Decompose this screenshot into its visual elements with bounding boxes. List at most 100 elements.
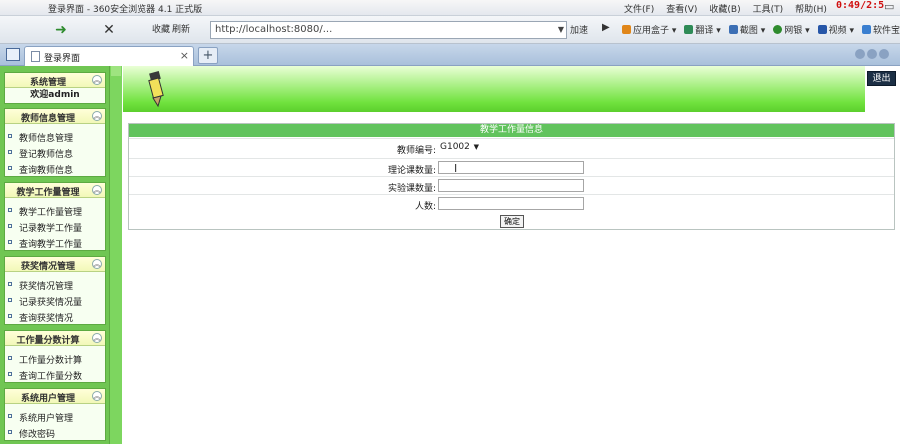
browser-toolbar: ➜ ✕ 收藏 刷新 http://localhost:8080/... ▼ 加速…	[0, 16, 900, 44]
welcome-text: 欢迎admin	[30, 90, 80, 100]
sidebar-group-system: 系统管理 ︽ 欢迎admin	[4, 72, 106, 104]
sidebar-item-user-manage[interactable]: 系统用户管理	[5, 408, 105, 424]
minimize-icon[interactable]: ▭	[884, 0, 894, 13]
browser-menu-bar: 文件(F) 查看(V) 收藏(B) 工具(T) 帮助(H)	[624, 2, 827, 15]
sidebar-scrollbar[interactable]	[109, 66, 122, 444]
tab-list-icon[interactable]	[6, 48, 20, 61]
close-tab-icon[interactable]: ×	[180, 49, 189, 62]
collapse-icon[interactable]: ︽	[92, 333, 102, 343]
bullet-icon	[8, 430, 12, 434]
tool-software[interactable]: 软件宝库	[862, 23, 900, 36]
bullet-icon	[8, 240, 12, 244]
sidebar-item-workload-manage[interactable]: 教学工作量管理	[5, 202, 105, 218]
tab-scroll-right-icon[interactable]	[867, 49, 877, 59]
tab-menu-icon[interactable]	[879, 49, 889, 59]
sidebar-item-query-awards[interactable]: 查询获奖情况	[5, 308, 105, 324]
sidebar-item-teacher-info-manage[interactable]: 教师信息管理	[5, 128, 105, 144]
menu-help[interactable]: 帮助(H)	[795, 2, 827, 15]
bullet-icon	[8, 314, 12, 318]
sidebar: 系统管理 ︽ 欢迎admin 教师信息管理 ︽ 教师信息管理 登记教师信息 查询…	[0, 66, 122, 444]
teacher-id-select[interactable]: G1002 ▼	[438, 141, 480, 154]
logout-button[interactable]: 退出	[867, 71, 896, 86]
workload-form: 教学工作量信息 教师编号: G1002 ▼ 理论课数量: 实验课数量: 人数:	[128, 123, 895, 230]
sidebar-item-record-workload[interactable]: 记录教学工作量	[5, 218, 105, 234]
tab-bar: 登录界面 × +	[0, 44, 900, 66]
submit-button[interactable]: 确定	[500, 215, 524, 228]
browser-titlebar: 登录界面 - 360安全浏览器 4.1 正式版 文件(F) 查看(V) 收藏(B…	[0, 0, 900, 16]
sidebar-group-header[interactable]: 系统用户管理 ︽	[5, 389, 105, 404]
sidebar-group-awards: 获奖情况管理 ︽ 获奖情况管理 记录获奖情况量 查询获奖情况	[4, 256, 106, 325]
menu-view[interactable]: 查看(V)	[666, 2, 697, 15]
sidebar-item-awards-manage[interactable]: 获奖情况管理	[5, 276, 105, 292]
sidebar-item-query-teacher[interactable]: 查询教师信息	[5, 160, 105, 176]
collapse-icon[interactable]: ︽	[92, 111, 102, 121]
software-icon	[862, 25, 872, 34]
favorites-button[interactable]: 收藏	[152, 21, 170, 39]
collapse-icon[interactable]: ︽	[92, 391, 102, 401]
teacher-id-label: 教师编号:	[396, 146, 436, 156]
back-arrow-icon[interactable]: ➜	[52, 21, 70, 39]
theory-count-input[interactable]	[438, 161, 584, 174]
people-count-input[interactable]	[438, 197, 584, 210]
sidebar-group-header[interactable]: 获奖情况管理 ︽	[5, 257, 105, 272]
sidebar-group-title: 教师信息管理	[20, 114, 75, 124]
collapse-icon[interactable]: ︽	[92, 75, 102, 85]
tool-app-box[interactable]: 应用盒子 ▾	[622, 23, 676, 36]
menu-file[interactable]: 文件(F)	[624, 2, 654, 15]
bank-icon	[773, 25, 783, 34]
tab-scroll-left-icon[interactable]	[855, 49, 865, 59]
people-count-label: 人数:	[414, 202, 436, 212]
lab-count-input[interactable]	[438, 179, 584, 192]
text-cursor-icon: I	[454, 162, 458, 175]
tool-screenshot[interactable]: 截图 ▾	[728, 23, 765, 36]
sidebar-group-title: 系统管理	[29, 78, 66, 88]
tab-label: 登录界面	[44, 54, 81, 64]
pencil-logo-icon	[148, 70, 164, 108]
sidebar-item-query-workload[interactable]: 查询教学工作量	[5, 234, 105, 250]
bullet-icon	[8, 356, 12, 360]
header-banner	[123, 66, 865, 112]
sidebar-item-change-password[interactable]: 修改密码	[5, 424, 105, 440]
sidebar-item-query-score[interactable]: 查询工作量分数	[5, 366, 105, 382]
stop-icon[interactable]: ✕	[100, 21, 118, 39]
form-title: 教学工作量信息	[129, 124, 894, 137]
scrollbar-thumb[interactable]	[111, 66, 121, 76]
sidebar-group-header[interactable]: 教学工作量管理 ︽	[5, 183, 105, 198]
sidebar-group-title: 获奖情况管理	[20, 262, 75, 272]
menu-favorites[interactable]: 收藏(B)	[709, 2, 740, 15]
sidebar-item-register-teacher[interactable]: 登记教师信息	[5, 144, 105, 160]
screenshot-icon	[728, 25, 738, 34]
form-row-teacher-id: 教师编号: G1002 ▼	[129, 138, 894, 156]
sidebar-item-record-awards[interactable]: 记录获奖情况量	[5, 292, 105, 308]
bullet-icon	[8, 224, 12, 228]
collapse-icon[interactable]: ︽	[92, 185, 102, 195]
refresh-button[interactable]: 刷新	[172, 21, 190, 39]
new-tab-button[interactable]: +	[198, 47, 218, 64]
go-icon[interactable]: ▶	[602, 22, 610, 33]
tool-video[interactable]: 视频 ▾	[817, 23, 854, 36]
sidebar-group-score: 工作量分数计算 ︽ 工作量分数计算 查询工作量分数	[4, 330, 106, 383]
page-icon	[31, 51, 40, 62]
address-bar[interactable]: http://localhost:8080/... ▼	[210, 21, 567, 39]
tab-login-page[interactable]: 登录界面 ×	[24, 46, 194, 66]
collapse-icon[interactable]: ︽	[92, 259, 102, 269]
clock-readout: 0:49/2:5	[836, 0, 885, 11]
sidebar-group-title: 系统用户管理	[20, 394, 75, 404]
speed-up-button[interactable]: 加速	[570, 23, 588, 36]
tool-bank[interactable]: 网银 ▾	[773, 23, 810, 36]
translate-icon	[684, 25, 694, 34]
tool-translate[interactable]: 翻译 ▾	[684, 23, 721, 36]
window-title: 登录界面 - 360安全浏览器 4.1 正式版	[48, 5, 203, 15]
sidebar-item-score-calc[interactable]: 工作量分数计算	[5, 350, 105, 366]
lab-count-label: 实验课数量:	[387, 184, 436, 194]
video-icon	[817, 25, 827, 34]
sidebar-group-header[interactable]: 工作量分数计算 ︽	[5, 331, 105, 346]
sidebar-group-title: 工作量分数计算	[16, 336, 80, 346]
sidebar-group-header[interactable]: 教师信息管理 ︽	[5, 109, 105, 124]
sidebar-group-header[interactable]: 系统管理 ︽	[5, 73, 105, 88]
menu-tools[interactable]: 工具(T)	[753, 2, 784, 15]
teacher-id-value: G1002	[440, 142, 470, 152]
chevron-down-icon: ▼	[473, 143, 479, 151]
sidebar-group-teacher-info: 教师信息管理 ︽ 教师信息管理 登记教师信息 查询教师信息	[4, 108, 106, 177]
chevron-down-icon[interactable]: ▼	[558, 22, 564, 38]
